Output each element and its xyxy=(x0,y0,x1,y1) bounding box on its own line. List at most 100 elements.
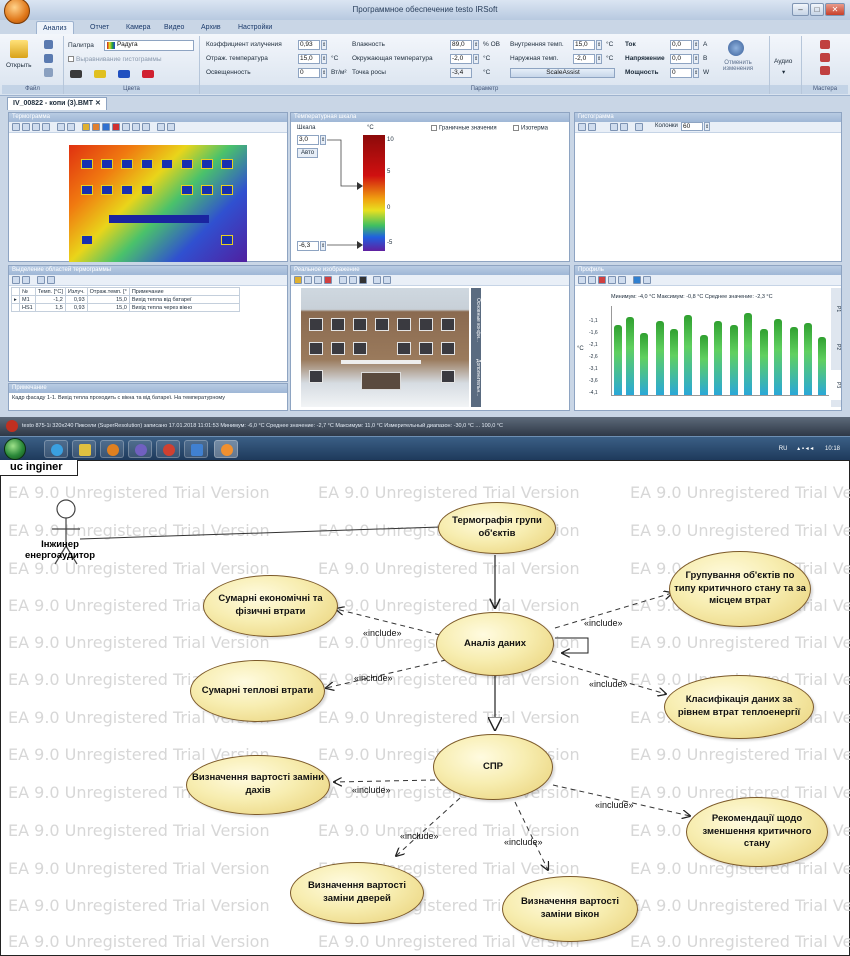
refl-temp-input[interactable]: 15,0 xyxy=(298,54,320,64)
profile-tab-p3[interactable]: P3 xyxy=(831,370,841,400)
table-cell[interactable]: 15,0 xyxy=(86,303,130,312)
tab-camera[interactable]: Камера xyxy=(120,21,156,34)
table-cell[interactable]: Вихід тепла від батареї xyxy=(128,295,240,304)
hot-spot-icon[interactable] xyxy=(67,123,75,131)
copy-icon[interactable] xyxy=(314,276,322,284)
language-indicator[interactable]: RU xyxy=(779,446,788,452)
taskbar-ie[interactable] xyxy=(44,440,68,458)
use-case-door-cost[interactable]: Визначення вартості заміни дверей xyxy=(290,862,424,924)
zoom-icon[interactable] xyxy=(142,123,150,131)
refl-temp-spinner[interactable]: ⇕ xyxy=(321,54,327,64)
taskbar-chrome[interactable] xyxy=(156,440,180,458)
bars-icon[interactable] xyxy=(610,123,618,131)
save-icon[interactable] xyxy=(44,40,53,49)
inner-input[interactable]: 15,0 xyxy=(573,40,595,50)
isotherm-color-icon[interactable] xyxy=(70,70,82,78)
table-cell[interactable]: 1,5 xyxy=(34,303,66,312)
limits-checkbox[interactable]: Граничные значения xyxy=(431,125,497,132)
close-tab-icon[interactable]: ✕ xyxy=(95,100,101,107)
voltage-spinner[interactable]: ⇕ xyxy=(693,54,699,64)
area-tool-icon[interactable] xyxy=(82,123,90,131)
table-row[interactable]: ▸ M1 -1,2 0,93 15,0 Вихід тепла від бата… xyxy=(11,295,240,304)
folder-open-icon[interactable] xyxy=(10,40,28,58)
use-case-thermography[interactable]: Термографія групи об'єктів xyxy=(438,502,556,554)
table-cell[interactable]: 0,93 xyxy=(64,303,88,312)
columns-input[interactable]: 60 xyxy=(681,122,703,131)
cancel-changes-button[interactable]: Отменить изменения xyxy=(718,60,758,72)
use-case-grouping[interactable]: Групування об'єктів по типу критичного с… xyxy=(669,551,811,627)
zoom-out-icon[interactable] xyxy=(383,276,391,284)
high-color-icon[interactable] xyxy=(94,70,106,78)
profile-tab-p1[interactable]: P1 xyxy=(831,294,841,324)
audio-dropdown-icon[interactable]: ▾ xyxy=(782,68,785,76)
export-icon[interactable] xyxy=(37,276,45,284)
wizard-3-icon[interactable] xyxy=(820,66,830,75)
palette-select[interactable]: Радуга xyxy=(104,40,194,51)
marker-color-icon[interactable] xyxy=(142,70,154,78)
undo-icon[interactable] xyxy=(42,123,50,131)
save-icon[interactable] xyxy=(578,123,586,131)
tab-video[interactable]: Видео xyxy=(158,21,190,34)
options-icon[interactable] xyxy=(635,123,643,131)
taskbar-app[interactable] xyxy=(128,440,152,458)
tab-report[interactable]: Отчет xyxy=(84,21,115,34)
circle-tool-icon[interactable] xyxy=(92,123,100,131)
grid-icon[interactable] xyxy=(643,276,651,284)
scale-max-input[interactable]: 3,0 xyxy=(297,135,319,145)
inner-spinner[interactable]: ⇕ xyxy=(596,40,602,50)
save-icon[interactable] xyxy=(12,123,20,131)
delete-icon[interactable] xyxy=(47,276,55,284)
current-spinner[interactable]: ⇕ xyxy=(693,40,699,50)
clock[interactable]: 10:18 xyxy=(825,446,840,452)
tab-archive[interactable]: Архив xyxy=(195,21,227,34)
profile-tab-p2[interactable]: P2 xyxy=(831,332,841,362)
humidity-input[interactable]: 89,0 xyxy=(450,40,472,50)
note-text[interactable]: Кадр фасаду 1-1. Вихід тепла проходить с… xyxy=(9,393,287,403)
voltage-input[interactable]: 0,0 xyxy=(670,54,692,64)
building-photo[interactable] xyxy=(301,288,469,407)
taskbar-irsoft[interactable] xyxy=(214,440,238,458)
scaleassist-button[interactable]: ScaleAssist xyxy=(510,68,615,78)
red-tool-icon[interactable] xyxy=(112,123,120,131)
columns-spinner[interactable]: ⇕ xyxy=(704,122,710,131)
outer-spinner[interactable]: ⇕ xyxy=(596,54,602,64)
profile-line-icon[interactable] xyxy=(132,123,140,131)
grid-icon[interactable] xyxy=(157,123,165,131)
minimize-button[interactable]: – xyxy=(792,3,809,16)
use-case-roof-cost[interactable]: Визначення вартості заміни дахів xyxy=(186,755,330,815)
humidity-spinner[interactable]: ⇕ xyxy=(473,40,479,50)
power-spinner[interactable]: ⇕ xyxy=(693,68,699,78)
copy-icon[interactable] xyxy=(588,123,596,131)
measure-point-icon[interactable] xyxy=(57,123,65,131)
use-case-recommendations[interactable]: Рекомендації щодо зменшення критичного с… xyxy=(686,797,828,867)
save-icon[interactable] xyxy=(12,276,20,284)
temperature-color-bar[interactable] xyxy=(363,135,385,251)
use-case-economic-losses[interactable]: Сумарні економічні та фізичні втрати xyxy=(203,575,338,637)
use-case-window-cost[interactable]: Визначення вартості заміни вікон xyxy=(502,876,638,942)
print-icon[interactable] xyxy=(32,123,40,131)
column-header[interactable]: Примечание xyxy=(128,287,240,296)
column-header[interactable]: Темп. [°C] xyxy=(34,287,66,296)
row-selector[interactable] xyxy=(11,303,20,312)
use-case-classification[interactable]: Класифікація даних за рівнем втрат тепло… xyxy=(664,675,814,739)
scale-min-input[interactable]: -6,3 xyxy=(297,241,319,251)
use-case-thermal-losses[interactable]: Сумарні теплові втрати xyxy=(190,660,325,722)
illum-input[interactable]: 0 xyxy=(298,68,320,78)
save-icon[interactable] xyxy=(304,276,312,284)
column-header[interactable]: № xyxy=(19,287,36,296)
ambient-input[interactable]: -2,0 xyxy=(450,54,472,64)
curve-icon[interactable] xyxy=(620,123,628,131)
start-button[interactable] xyxy=(4,438,26,460)
save-as-icon[interactable] xyxy=(44,54,53,63)
blue-tool-icon[interactable] xyxy=(102,123,110,131)
open-image-icon[interactable] xyxy=(294,276,302,284)
delete-icon[interactable] xyxy=(324,276,332,284)
outer-input[interactable]: -2,0 xyxy=(573,54,595,64)
emissivity-input[interactable]: 0,93 xyxy=(298,40,320,50)
copy-icon[interactable] xyxy=(22,276,30,284)
column-header[interactable]: Отраж.темп. [° xyxy=(86,287,130,296)
zoom-in-icon[interactable] xyxy=(373,276,381,284)
table-cell[interactable]: 15,0 xyxy=(86,295,130,304)
side-tab-extra[interactable]: Дополнительн... xyxy=(471,352,481,404)
profile-plot[interactable] xyxy=(611,306,829,396)
